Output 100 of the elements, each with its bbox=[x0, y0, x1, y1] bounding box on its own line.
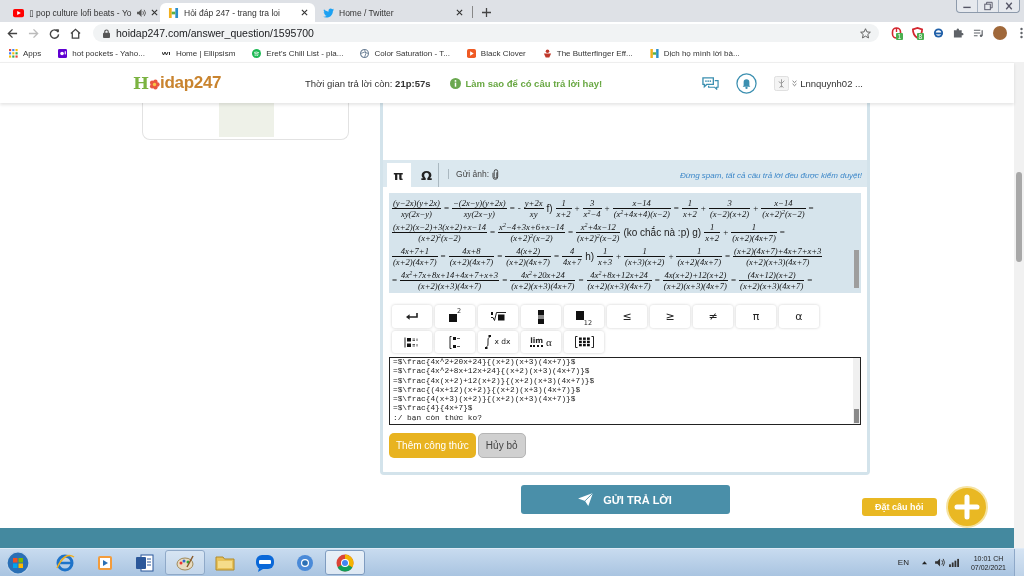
root-icon bbox=[490, 312, 506, 321]
mouse-icon[interactable] bbox=[891, 26, 902, 39]
bookmark-link[interactable]: hot pockets - Yaho... bbox=[58, 48, 145, 58]
bookmark-link[interactable]: Dịch họ mình lời bà... bbox=[649, 48, 740, 58]
plus-icon[interactable] bbox=[482, 8, 491, 17]
math-denominator: (x+2)$^{2}$(x−2) bbox=[498, 231, 566, 243]
math-denominator: x+2 bbox=[555, 207, 572, 219]
scrollbar-thumb[interactable] bbox=[1016, 172, 1022, 262]
math-operator: = bbox=[731, 275, 737, 285]
math-operator: = bbox=[779, 227, 785, 237]
math-numerator: x$^{2}$−4+3x+6+x−14 bbox=[498, 221, 566, 232]
user-menu[interactable]: Lnnquynh02 ... bbox=[792, 77, 863, 89]
math-text: h) bbox=[585, 250, 595, 262]
math-symbol-button[interactable] bbox=[435, 331, 475, 353]
math-numerator: 4x+8 bbox=[461, 245, 482, 256]
math-denominator: (x+2)$^{2}$(x−2) bbox=[761, 207, 806, 219]
math-denominator: (x+2)(4x+7) bbox=[676, 255, 723, 267]
browser-tab[interactable]: Hỏi đáp 247 - trang tra loi bbox=[160, 3, 315, 22]
math-operator: = bbox=[440, 251, 446, 261]
math-symbol-button[interactable] bbox=[564, 331, 604, 353]
math-symbol-button[interactable] bbox=[392, 331, 432, 353]
answer-timer: Thời gian trả lời còn: 21p:57s bbox=[305, 77, 431, 89]
profile-avatar[interactable] bbox=[993, 26, 1007, 40]
math-symbol-button[interactable]: ≤ bbox=[607, 305, 647, 328]
globe-e-icon bbox=[55, 552, 75, 573]
close-icon[interactable] bbox=[301, 9, 308, 16]
bookmark-link[interactable]: Apps bbox=[9, 48, 42, 58]
math-numerator: 4 bbox=[568, 245, 576, 256]
shield-icon[interactable] bbox=[912, 26, 923, 39]
start-orb-icon[interactable] bbox=[6, 550, 30, 575]
chat-bubble-icon bbox=[255, 552, 275, 573]
document-icon bbox=[135, 552, 155, 573]
math-operator: + bbox=[668, 251, 674, 261]
bird-icon bbox=[323, 7, 334, 18]
playlist-icon[interactable] bbox=[973, 27, 984, 39]
math-numerator: 1 bbox=[750, 221, 758, 232]
math-denominator: (x+2)(x+3)(4x+7) bbox=[400, 279, 500, 291]
back-arrow-icon[interactable] bbox=[7, 27, 18, 39]
math-denominator: (x+2)(x+3)(4x+7) bbox=[739, 279, 805, 291]
moderation-notice: Đừng spam, tất cả câu trả lời đều được kiểm duyệt! bbox=[679, 171, 862, 180]
math-symbol-button[interactable] bbox=[478, 305, 518, 328]
puzzle-icon[interactable] bbox=[953, 27, 964, 39]
math-numerator: (4x+12)(x+2) bbox=[746, 269, 797, 280]
scrollbar-thumb[interactable] bbox=[854, 250, 859, 288]
math-symbol-button[interactable]: ≥ bbox=[650, 305, 690, 328]
math-symbol-button[interactable] bbox=[521, 305, 561, 328]
math-symbol-button[interactable]: α bbox=[779, 305, 819, 328]
avatar-placeholder[interactable] bbox=[774, 75, 790, 91]
math-symbol-button[interactable]: π bbox=[736, 305, 776, 328]
star-icon[interactable] bbox=[860, 27, 871, 39]
speaker-icon[interactable] bbox=[934, 558, 946, 567]
browser-tab[interactable]: Home / Twitter bbox=[315, 3, 470, 22]
home-icon[interactable] bbox=[70, 27, 81, 39]
math-symbol-button[interactable] bbox=[392, 305, 432, 328]
math-numerator: x$^{2}$+4x−12 bbox=[579, 221, 617, 232]
taskbar-button[interactable] bbox=[325, 550, 365, 575]
math-denominator: x$^{2}$−4 bbox=[582, 207, 602, 219]
speaker-icon[interactable] bbox=[136, 8, 146, 17]
math-numerator: (x+2)(4x+7)+4x+7+x+3 bbox=[733, 245, 823, 256]
close-icon[interactable] bbox=[150, 9, 158, 16]
browser-tab[interactable]: ▯ pop culture lofi beats - Yo bbox=[5, 3, 160, 22]
submit-answer-button[interactable]: GỬI TRẢ LỜI bbox=[520, 485, 730, 514]
math-operator: = bbox=[443, 203, 449, 213]
attach-label: Gửi ảnh: bbox=[448, 169, 490, 179]
math-operator: + bbox=[723, 227, 729, 237]
signal-bars-icon[interactable] bbox=[948, 558, 960, 567]
bookmark-link[interactable]: The Butterfinger Eff... bbox=[542, 48, 633, 58]
tile-icon bbox=[58, 48, 68, 58]
editor-tab[interactable]: π bbox=[387, 163, 411, 187]
bookmark-link[interactable]: Black Clover bbox=[466, 48, 526, 58]
taskbar-button[interactable] bbox=[165, 550, 205, 575]
ring-icon[interactable] bbox=[933, 27, 944, 39]
close-icon[interactable] bbox=[456, 9, 463, 16]
chat-icon[interactable] bbox=[702, 76, 720, 90]
bell-icon[interactable] bbox=[736, 72, 758, 94]
math-operator: + bbox=[700, 203, 706, 213]
scrollbar[interactable] bbox=[853, 358, 860, 424]
math-operator: + bbox=[753, 203, 759, 213]
math-operator: = bbox=[808, 203, 814, 213]
math-numerator: 1 bbox=[560, 197, 567, 208]
paperclip-icon[interactable] bbox=[492, 169, 500, 180]
math-symbol-button[interactable]: ≠ bbox=[693, 305, 733, 328]
chevron-up-icon[interactable] bbox=[920, 560, 928, 565]
math-operator: = bbox=[725, 251, 731, 261]
editor-tab[interactable]: Ω bbox=[415, 163, 440, 187]
math-operator: = bbox=[392, 275, 398, 285]
scrollbar[interactable] bbox=[1014, 62, 1024, 548]
language-indicator[interactable]: EN bbox=[897, 558, 909, 567]
bookmark-link[interactable]: Color Saturation - T... bbox=[360, 48, 450, 58]
restore-icon[interactable] bbox=[977, 0, 999, 12]
square-icon bbox=[575, 310, 584, 320]
scrollbar-thumb[interactable] bbox=[854, 409, 859, 423]
math-numerator: 4(x+2) bbox=[515, 245, 542, 256]
address-bar[interactable]: hoidap247.com/answer_question/1595700 bbox=[93, 24, 879, 42]
cancel-button[interactable]: Hủy bỏ bbox=[477, 433, 526, 458]
integral-icon bbox=[485, 335, 492, 349]
reload-icon[interactable] bbox=[49, 27, 60, 39]
math-numerator: 1 bbox=[709, 221, 716, 232]
bookmark-link[interactable]: Eret's Chill List - pla... bbox=[252, 48, 344, 58]
bookmark-link[interactable]: Home | Ellipsism bbox=[161, 48, 236, 58]
